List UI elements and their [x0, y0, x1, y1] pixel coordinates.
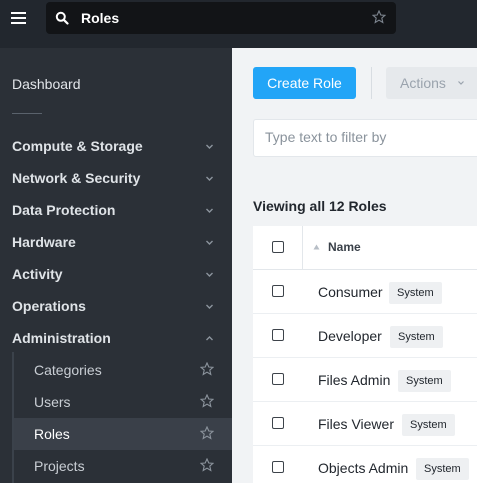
- sidebar-group-administration[interactable]: Administration: [0, 322, 232, 354]
- create-role-button[interactable]: Create Role: [253, 67, 356, 99]
- role-name-link[interactable]: Files Admin: [318, 372, 390, 388]
- chevron-down-icon: [206, 144, 213, 149]
- table-row[interactable]: Objects Admin System: [253, 446, 477, 483]
- sidebar-group-activity[interactable]: Activity: [0, 258, 232, 290]
- system-badge: System: [390, 326, 443, 348]
- sidebar-item-projects[interactable]: Projects: [14, 450, 232, 482]
- system-badge: System: [402, 414, 455, 436]
- sidebar-group-label: Administration: [12, 330, 111, 346]
- sidebar: Dashboard Compute & Storage Network & Se…: [0, 48, 232, 483]
- sidebar-item-categories[interactable]: Categories: [14, 354, 232, 386]
- star-icon[interactable]: [200, 458, 214, 472]
- sidebar-divider: [12, 113, 42, 114]
- sidebar-group-label: Operations: [12, 298, 86, 314]
- row-checkbox[interactable]: [272, 461, 284, 473]
- table-row[interactable]: Files Viewer System: [253, 402, 477, 446]
- sidebar-group-label: Hardware: [12, 234, 76, 250]
- sidebar-group-data-protection[interactable]: Data Protection: [0, 194, 232, 226]
- search-input-value[interactable]: Roles: [81, 10, 119, 26]
- sidebar-item-roles[interactable]: Roles: [14, 418, 232, 450]
- global-search[interactable]: Roles: [46, 2, 396, 34]
- table-header: Name: [253, 226, 477, 270]
- row-checkbox[interactable]: [272, 285, 284, 297]
- system-badge: System: [389, 282, 442, 304]
- sidebar-item-label: Users: [34, 394, 71, 410]
- roles-table: Name Consumer System Developer System Fi…: [253, 226, 477, 483]
- sidebar-group-label: Network & Security: [12, 170, 141, 186]
- search-icon: [55, 11, 69, 25]
- filter-input[interactable]: [265, 129, 465, 145]
- sort-ascending-icon[interactable]: [313, 244, 320, 250]
- sidebar-group-compute-storage[interactable]: Compute & Storage: [0, 130, 232, 162]
- actions-dropdown[interactable]: Actions: [386, 67, 477, 99]
- row-checkbox[interactable]: [272, 417, 284, 429]
- role-name-link[interactable]: Developer: [318, 328, 382, 344]
- sidebar-group-hardware[interactable]: Hardware: [0, 226, 232, 258]
- chevron-down-icon: [206, 272, 213, 277]
- table-row[interactable]: Consumer System: [253, 270, 477, 314]
- hamburger-menu-icon[interactable]: [8, 7, 30, 29]
- top-bar: Roles: [0, 0, 477, 48]
- star-icon[interactable]: [200, 394, 214, 408]
- row-checkbox[interactable]: [272, 329, 284, 341]
- column-divider: [302, 226, 303, 270]
- sidebar-item-label: Categories: [34, 362, 102, 378]
- toolbar-divider: [371, 67, 372, 99]
- table-row[interactable]: Developer System: [253, 314, 477, 358]
- star-icon[interactable]: [200, 362, 214, 376]
- role-name-link[interactable]: Objects Admin: [318, 460, 408, 476]
- sidebar-group-label: Compute & Storage: [12, 138, 143, 154]
- sidebar-item-label: Roles: [34, 426, 70, 442]
- role-name-link[interactable]: Files Viewer: [318, 416, 394, 432]
- role-name-link[interactable]: Consumer: [318, 284, 383, 300]
- sidebar-group-label: Activity: [12, 266, 63, 282]
- chevron-down-icon: [206, 240, 213, 245]
- chevron-down-icon: [206, 176, 213, 181]
- actions-label: Actions: [400, 75, 446, 91]
- filter-field[interactable]: [253, 119, 477, 157]
- sidebar-group-label: Data Protection: [12, 202, 116, 218]
- chevron-up-icon: [206, 336, 213, 341]
- table-row[interactable]: Files Admin System: [253, 358, 477, 402]
- row-checkbox[interactable]: [272, 373, 284, 385]
- sidebar-item-dashboard[interactable]: Dashboard: [12, 76, 81, 92]
- sidebar-group-operations[interactable]: Operations: [0, 290, 232, 322]
- star-icon[interactable]: [200, 426, 214, 440]
- select-all-checkbox[interactable]: [272, 241, 284, 253]
- sidebar-item-users[interactable]: Users: [14, 386, 232, 418]
- results-summary: Viewing all 12 Roles: [253, 198, 387, 214]
- sidebar-group-network-security[interactable]: Network & Security: [0, 162, 232, 194]
- chevron-down-icon: [206, 304, 213, 309]
- sidebar-item-label: Projects: [34, 458, 85, 474]
- chevron-down-icon: [206, 208, 213, 213]
- main-content: Create Role Actions Viewing all 12 Roles…: [232, 48, 477, 483]
- star-icon[interactable]: [372, 10, 386, 24]
- system-badge: System: [416, 458, 469, 480]
- system-badge: System: [398, 370, 451, 392]
- chevron-down-icon: [458, 81, 464, 85]
- column-header-name[interactable]: Name: [328, 240, 361, 254]
